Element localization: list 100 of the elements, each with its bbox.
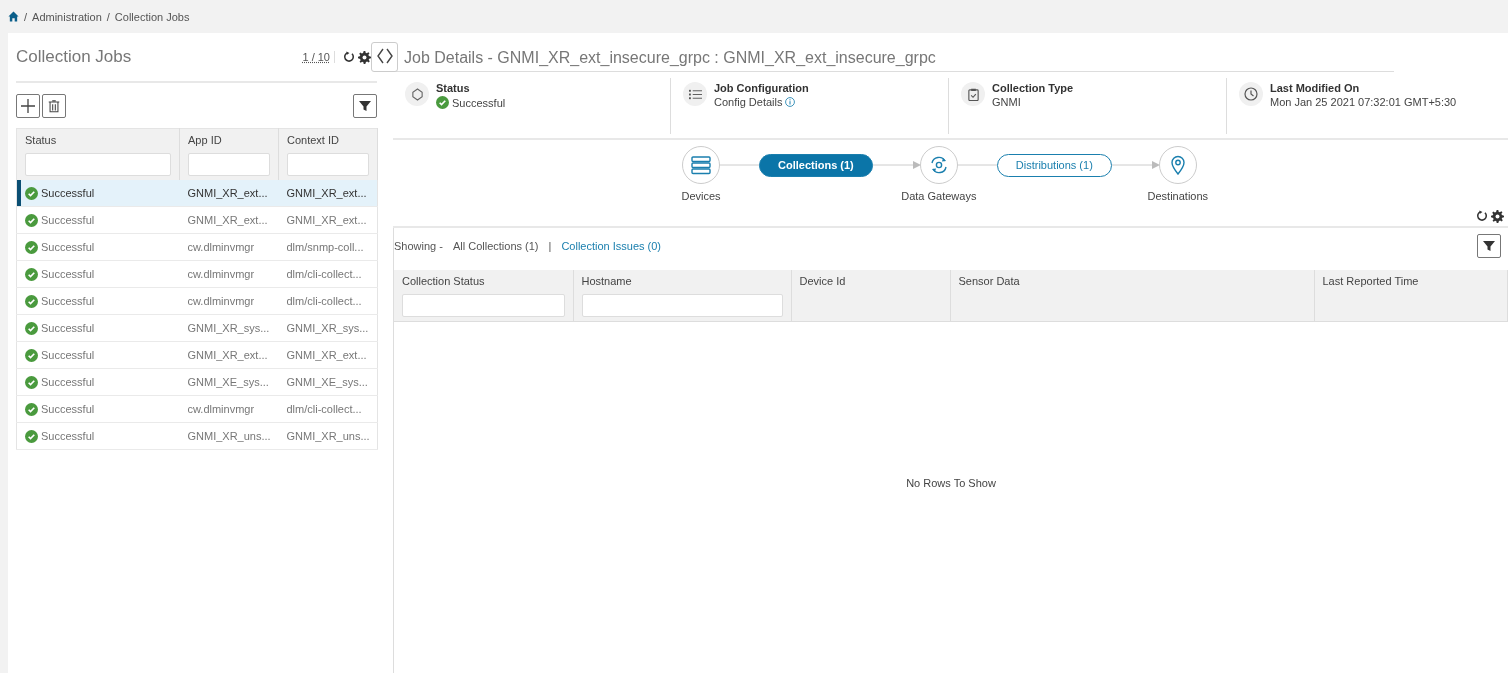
status-text: Successful xyxy=(41,403,95,415)
check-circle-icon xyxy=(25,321,38,335)
status-text: Successful xyxy=(41,214,95,226)
check-circle-icon xyxy=(25,240,38,254)
column-filter-field[interactable] xyxy=(402,294,565,317)
job-row[interactable]: Successful GNMI_XR_ext... GNMI_XR_ext... xyxy=(16,341,378,369)
clock-icon xyxy=(1244,87,1258,101)
refresh-icon[interactable] xyxy=(343,51,355,63)
summary-value: GNMI xyxy=(992,96,1021,108)
job-row[interactable]: Successful GNMI_XR_ext... GNMI_XR_ext... xyxy=(16,206,378,234)
filter-link[interactable]: All Collections (1) xyxy=(452,240,539,252)
job-row[interactable]: Successful GNMI_XE_sys... GNMI_XE_sys... xyxy=(16,368,378,396)
check-circle-icon xyxy=(25,267,38,281)
context-id-cell: dlm/cli-collect... xyxy=(286,295,362,307)
check-circle-icon xyxy=(436,96,449,109)
home-icon[interactable] xyxy=(8,11,19,22)
app-id-cell: GNMI_XR_uns... xyxy=(187,430,271,442)
breadcrumb-separator: / xyxy=(106,10,110,23)
summary-value: Successful xyxy=(452,96,506,109)
app-id-cell: GNMI_XR_sys... xyxy=(187,322,270,334)
collapse-toggle-button[interactable] xyxy=(371,42,398,72)
config-details-link[interactable]: Config Details xyxy=(714,96,783,108)
status-text: Successful xyxy=(41,376,95,388)
list-icon xyxy=(688,87,702,101)
status-icon xyxy=(410,87,424,101)
showing-label: Showing - xyxy=(394,240,443,252)
check-circle-icon xyxy=(25,402,38,416)
check-circle-icon xyxy=(25,429,38,443)
check-circle-icon xyxy=(25,348,38,362)
filter-button[interactable] xyxy=(353,93,377,118)
context-id-cell: dlm/cli-collect... xyxy=(286,403,362,415)
job-row[interactable]: Successful cw.dlminvmgr dlm/cli-collect... xyxy=(16,395,378,423)
context-id-cell: GNMI_XE_sys... xyxy=(286,376,368,388)
context-id-cell: GNMI_XR_ext... xyxy=(286,214,367,226)
filter-link[interactable]: Collection Issues (0) xyxy=(561,240,662,252)
job-row[interactable]: Successful GNMI_XR_sys... GNMI_XR_sys... xyxy=(16,314,378,342)
app-id-cell: GNMI_XR_ext... xyxy=(187,214,268,226)
filter-icon xyxy=(359,99,371,112)
column-header: Last Reported Time xyxy=(1322,275,1419,287)
context-id-cell: dlm/snmp-coll... xyxy=(286,241,364,253)
stage-node[interactable] xyxy=(1158,146,1197,184)
job-row[interactable]: Successful GNMI_XR_uns... GNMI_XR_uns... xyxy=(16,422,378,450)
app-id-cell: cw.dlminvmgr xyxy=(187,403,255,415)
column-filter-field[interactable] xyxy=(25,153,171,176)
app-id-cell: GNMI_XR_ext... xyxy=(187,349,268,361)
status-text: Successful xyxy=(41,268,95,280)
context-id-cell: GNMI_XR_ext... xyxy=(286,349,367,361)
job-details-title: Job Details - GNMI_XR_ext_insecure_grpc : GNMI_XR_ext_insecure_grpc xyxy=(404,49,936,68)
column-header: Context ID xyxy=(287,134,339,146)
stage-label: Data Gateways xyxy=(901,190,977,202)
column-filter-field[interactable] xyxy=(188,153,270,176)
empty-message: No Rows To Show xyxy=(906,476,996,489)
stage-pill-button[interactable]: Distributions (1) xyxy=(996,153,1112,177)
job-row[interactable]: Successful GNMI_XR_ext... GNMI_XR_ext... xyxy=(16,180,378,207)
stage-label: Devices xyxy=(681,190,721,202)
summary-label: Status xyxy=(436,82,471,94)
trash-icon xyxy=(47,98,61,113)
connector-arrow xyxy=(872,161,921,169)
add-button[interactable] xyxy=(16,93,40,118)
breadcrumb-item[interactable]: Administration xyxy=(32,10,102,23)
column-header: App ID xyxy=(188,134,222,146)
panel-title: Collection Jobs xyxy=(16,47,133,67)
stage-node[interactable] xyxy=(919,146,958,184)
check-circle-icon xyxy=(25,186,38,200)
stage-label: Destinations xyxy=(1147,190,1209,202)
delete-button[interactable] xyxy=(42,93,66,118)
summary-value: Mon Jan 25 2021 07:32:01 GMT+5:30 xyxy=(1270,96,1457,108)
refresh-icon[interactable] xyxy=(1476,210,1488,222)
status-text: Successful xyxy=(41,322,95,334)
filter-button[interactable] xyxy=(1477,234,1501,258)
summary-label: Last Modified On xyxy=(1270,82,1361,94)
summary-label: Job Configuration xyxy=(714,82,809,94)
connector-arrow xyxy=(1111,161,1160,169)
check-circle-icon xyxy=(25,294,38,308)
app-id-cell: cw.dlminvmgr xyxy=(187,241,255,253)
settings-icon[interactable] xyxy=(1491,210,1504,223)
info-icon[interactable] xyxy=(785,97,796,107)
check-circle-icon xyxy=(25,375,38,389)
column-header: Hostname xyxy=(581,275,632,287)
pagination-link[interactable]: 1 / 10 xyxy=(302,51,335,63)
job-row[interactable]: Successful cw.dlminvmgr dlm/snmp-coll... xyxy=(16,233,378,261)
column-header: Sensor Data xyxy=(958,275,1020,287)
job-row[interactable]: Successful cw.dlminvmgr dlm/cli-collect... xyxy=(16,287,378,315)
context-id-cell: GNMI_XR_sys... xyxy=(286,322,369,334)
stage-pill-button[interactable]: Collections (1) xyxy=(759,153,873,177)
clipboard-check-icon xyxy=(966,87,980,101)
job-row[interactable]: Successful cw.dlminvmgr dlm/cli-collect... xyxy=(16,260,378,288)
app-id-cell: GNMI_XE_sys... xyxy=(187,376,269,388)
settings-icon[interactable] xyxy=(358,50,371,64)
column-header: Collection Status xyxy=(402,275,485,287)
breadcrumb-item: Collection Jobs xyxy=(114,10,190,23)
status-text: Successful xyxy=(41,295,95,307)
stage-node[interactable] xyxy=(682,146,720,184)
summary-label: Collection Type xyxy=(992,82,1074,94)
separator: | xyxy=(548,240,552,252)
filter-icon xyxy=(1483,240,1495,252)
check-circle-icon xyxy=(25,213,38,227)
context-id-cell: GNMI_XR_ext... xyxy=(286,187,367,199)
column-filter-field[interactable] xyxy=(287,153,369,176)
column-filter-field[interactable] xyxy=(581,294,783,317)
